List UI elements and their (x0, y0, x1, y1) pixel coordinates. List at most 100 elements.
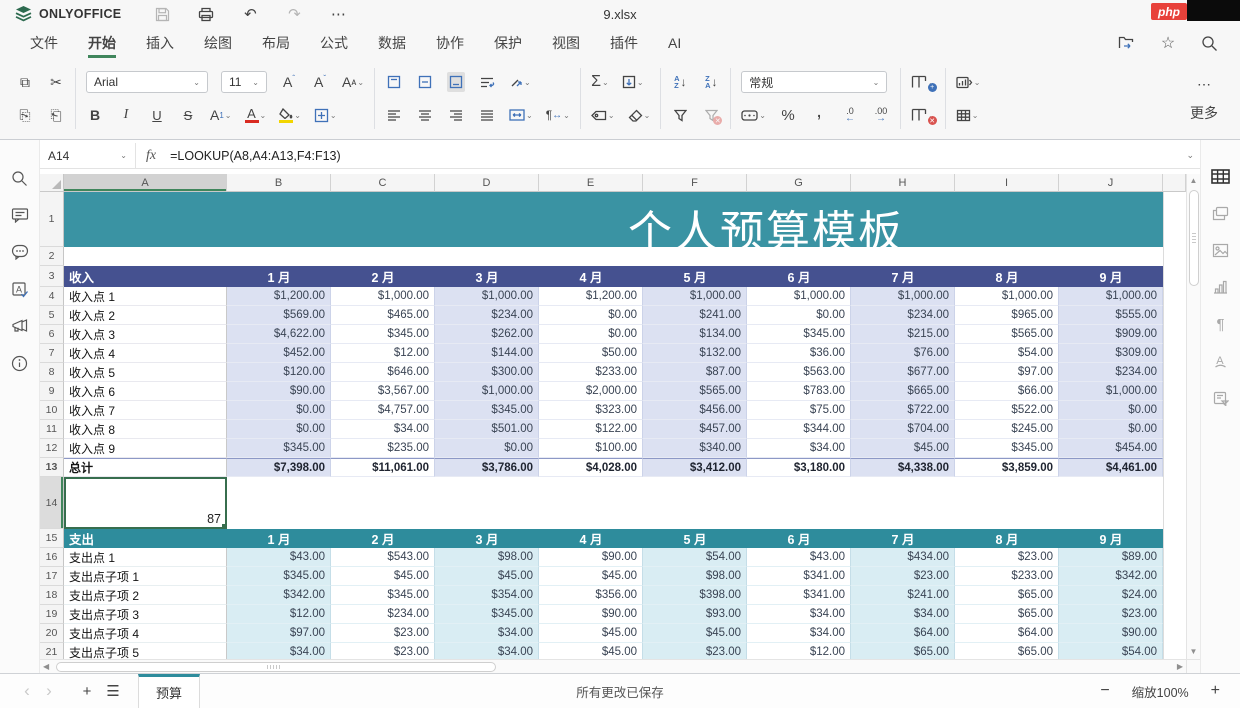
cell-G9[interactable]: $783.00 (747, 382, 851, 401)
cell-E6[interactable]: $0.00 (539, 325, 643, 344)
cell-filler[interactable] (1163, 420, 1186, 439)
cell-F7[interactable]: $132.00 (643, 344, 747, 363)
cell-J6[interactable]: $909.00 (1059, 325, 1163, 344)
cell-F14[interactable] (643, 477, 747, 529)
cell-J14[interactable] (1059, 477, 1163, 529)
row-header-19[interactable]: 19 (40, 605, 64, 624)
cell-I6[interactable]: $565.00 (955, 325, 1059, 344)
cell-J12[interactable]: $454.00 (1059, 439, 1163, 458)
cell-filler[interactable] (1163, 306, 1186, 325)
cell-D12[interactable]: $0.00 (435, 439, 539, 458)
row-header-3[interactable]: 3 (40, 266, 64, 287)
cell-H20[interactable]: $64.00 (851, 624, 955, 643)
col-header-C[interactable]: C (331, 174, 435, 192)
font-name-select[interactable]: Arial⌄ (86, 71, 208, 93)
cell-B20[interactable]: $97.00 (227, 624, 331, 643)
cell-filler[interactable] (1163, 192, 1186, 247)
cell-I20[interactable]: $64.00 (955, 624, 1059, 643)
cell-I19[interactable]: $65.00 (955, 605, 1059, 624)
cell-filler[interactable] (1163, 567, 1186, 586)
cell-C2[interactable] (331, 247, 435, 266)
align-left-icon[interactable] (385, 105, 403, 125)
align-middle-icon[interactable] (416, 72, 434, 92)
cell-G13[interactable]: $3,180.00 (747, 458, 851, 477)
cell-J16[interactable]: $89.00 (1059, 548, 1163, 567)
cell-filler[interactable] (1163, 382, 1186, 401)
cell-B16[interactable]: $43.00 (227, 548, 331, 567)
cell-C4[interactable]: $1,000.00 (331, 287, 435, 306)
customize-quick-access-icon[interactable]: ⋯ (329, 5, 347, 23)
cell-H21[interactable]: $65.00 (851, 643, 955, 659)
vertical-scrollbar[interactable]: ▲ ▼ (1186, 174, 1200, 659)
delete-cells-icon[interactable]: ✕⌄ (911, 105, 935, 125)
cell-B12[interactable]: $345.00 (227, 439, 331, 458)
cell-H12[interactable]: $45.00 (851, 439, 955, 458)
text-art-settings-icon[interactable]: A (1211, 351, 1231, 371)
cell-F11[interactable]: $457.00 (643, 420, 747, 439)
cell-G20[interactable]: $34.00 (747, 624, 851, 643)
cell-C19[interactable]: $234.00 (331, 605, 435, 624)
cell-B13[interactable]: $7,398.00 (227, 458, 331, 477)
cell-H15[interactable]: 7 月 (851, 529, 955, 548)
zoom-out-icon[interactable]: − (1100, 682, 1109, 700)
cell-filler[interactable] (1163, 325, 1186, 344)
save-icon[interactable] (153, 5, 171, 23)
cell-A6[interactable]: 收入点 3 (64, 325, 227, 344)
cell-filler[interactable] (1163, 266, 1186, 287)
cell-D14[interactable] (435, 477, 539, 529)
paragraph-settings-icon[interactable]: ¶ (1211, 314, 1231, 334)
cell-E15[interactable]: 4 月 (539, 529, 643, 548)
more-button[interactable]: 更多 (1190, 103, 1218, 123)
menu-tab-2[interactable]: 插入 (146, 28, 174, 58)
cell-G7[interactable]: $36.00 (747, 344, 851, 363)
cell-E11[interactable]: $122.00 (539, 420, 643, 439)
cell-J17[interactable]: $342.00 (1059, 567, 1163, 586)
cell-E13[interactable]: $4,028.00 (539, 458, 643, 477)
undo-icon[interactable]: ↶ (241, 5, 259, 23)
cell-B9[interactable]: $90.00 (227, 382, 331, 401)
cell-H8[interactable]: $677.00 (851, 363, 955, 382)
justify-icon[interactable] (478, 105, 496, 125)
menu-tab-3[interactable]: 绘图 (204, 28, 232, 58)
cell-J10[interactable]: $0.00 (1059, 401, 1163, 420)
bold-icon[interactable]: B (86, 105, 104, 125)
feedback-icon[interactable] (10, 316, 30, 336)
wrap-text-icon[interactable] (478, 72, 496, 92)
cell-I10[interactable]: $522.00 (955, 401, 1059, 420)
increase-decimal-icon[interactable]: .00→ (872, 105, 890, 125)
cell-F10[interactable]: $456.00 (643, 401, 747, 420)
row-header-16[interactable]: 16 (40, 548, 64, 567)
cell-B11[interactable]: $0.00 (227, 420, 331, 439)
cell-H4[interactable]: $1,000.00 (851, 287, 955, 306)
row-header-6[interactable]: 6 (40, 325, 64, 344)
expand-formula-bar-icon[interactable]: ⌄ (1186, 150, 1194, 161)
number-format-select[interactable]: 常规⌄ (741, 71, 887, 93)
cell-J11[interactable]: $0.00 (1059, 420, 1163, 439)
cell-G12[interactable]: $34.00 (747, 439, 851, 458)
cell-A11[interactable]: 收入点 8 (64, 420, 227, 439)
row-header-2[interactable]: 2 (40, 247, 64, 266)
col-header-J[interactable]: J (1059, 174, 1163, 192)
formula-input[interactable]: =LOOKUP(A8,A4:A13,F4:F13) (166, 149, 341, 163)
cell-A13[interactable]: 总计 (64, 458, 227, 477)
cell-H10[interactable]: $722.00 (851, 401, 955, 420)
font-size-select[interactable]: 11⌄ (221, 71, 267, 93)
cell-D21[interactable]: $34.00 (435, 643, 539, 659)
cell-G17[interactable]: $341.00 (747, 567, 851, 586)
menu-tab-7[interactable]: 协作 (436, 28, 464, 58)
cell-I7[interactable]: $54.00 (955, 344, 1059, 363)
format-painter-icon[interactable]: ⎗ (47, 105, 65, 125)
col-header-H[interactable]: H (851, 174, 955, 192)
cell-C7[interactable]: $12.00 (331, 344, 435, 363)
cell-I8[interactable]: $97.00 (955, 363, 1059, 382)
row-header-20[interactable]: 20 (40, 624, 64, 643)
cell-F19[interactable]: $93.00 (643, 605, 747, 624)
cell-D7[interactable]: $144.00 (435, 344, 539, 363)
print-icon[interactable] (197, 5, 215, 23)
cell-filler[interactable] (1163, 287, 1186, 306)
orientation-icon[interactable]: ⌄ (509, 72, 531, 92)
cell-C9[interactable]: $3,567.00 (331, 382, 435, 401)
cell-D5[interactable]: $234.00 (435, 306, 539, 325)
open-file-location-icon[interactable] (1118, 34, 1136, 52)
col-header-B[interactable]: B (227, 174, 331, 192)
